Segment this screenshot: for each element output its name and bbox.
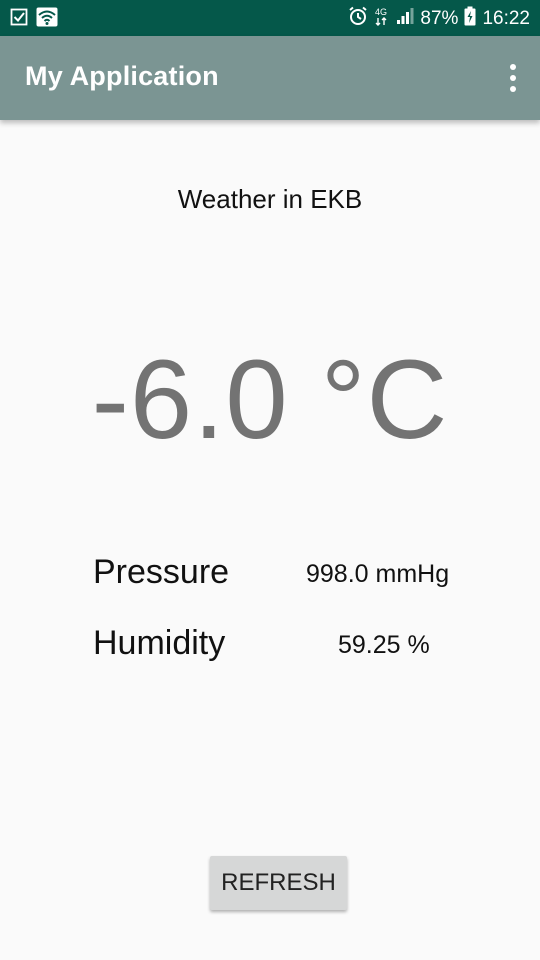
pressure-label: Pressure bbox=[93, 553, 230, 591]
pressure-value: 998.0 mmHg bbox=[306, 560, 450, 588]
network-4g-icon: 4G bbox=[374, 6, 390, 32]
status-bar: 4G 87% 16:22 bbox=[0, 0, 540, 36]
wifi-icon bbox=[36, 7, 58, 32]
humidity-label: Humidity bbox=[93, 624, 226, 662]
overflow-dot bbox=[510, 64, 516, 70]
overflow-dot bbox=[510, 86, 516, 92]
refresh-button[interactable]: REFRESH bbox=[210, 856, 347, 910]
overflow-dot bbox=[510, 75, 516, 81]
battery-icon bbox=[464, 6, 476, 32]
app-title: My Application bbox=[25, 61, 219, 91]
alarm-icon bbox=[348, 6, 368, 32]
battery-percent: 87% bbox=[420, 8, 459, 29]
humidity-value: 59.25 % bbox=[338, 631, 430, 659]
temperature-value: -6.0 °C bbox=[91, 337, 449, 462]
signal-icon bbox=[396, 7, 414, 31]
status-right-icons: 4G 87% 16:22 bbox=[348, 6, 530, 32]
clock: 16:22 bbox=[482, 8, 530, 29]
status-left-icons bbox=[10, 7, 58, 32]
app-bar: My Application bbox=[0, 36, 540, 120]
network-type-label: 4G bbox=[375, 7, 387, 17]
checklist-icon bbox=[10, 8, 28, 31]
weather-title: Weather in EKB bbox=[177, 184, 363, 214]
more-vert-icon[interactable] bbox=[508, 64, 518, 92]
